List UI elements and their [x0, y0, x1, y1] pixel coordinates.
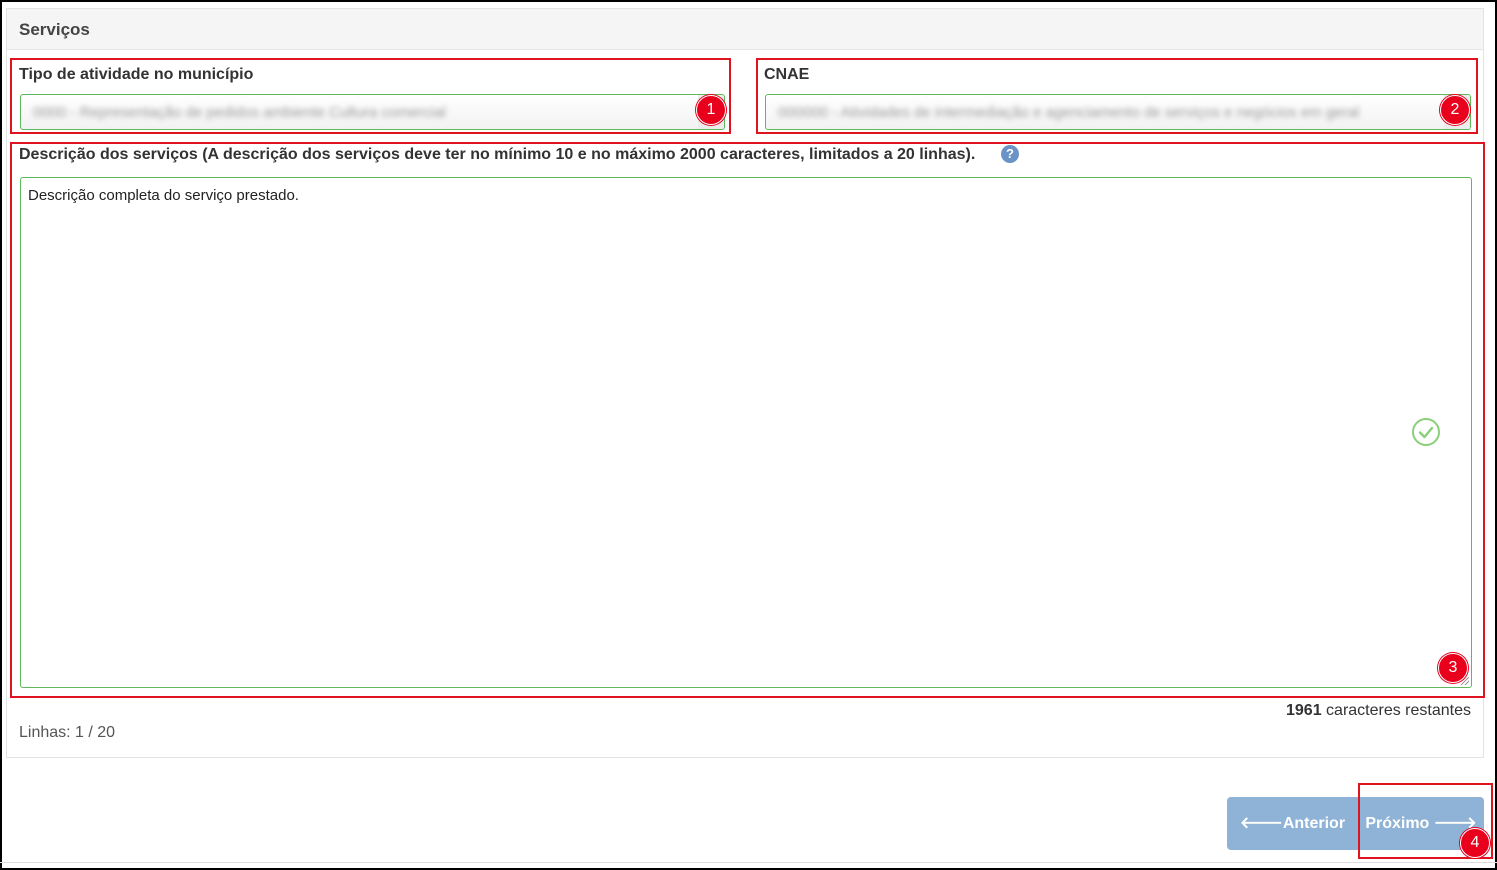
tipo-atividade-select[interactable]: 0000 - Representação de pedidos ambiente…	[20, 94, 725, 130]
cnae-label: CNAE	[764, 66, 810, 83]
char-counter-suffix: caracteres restantes	[1321, 702, 1471, 719]
annotation-badge-1: 1	[696, 95, 726, 125]
tipo-atividade-value: 0000 - Representação de pedidos ambiente…	[33, 104, 446, 121]
annotation-badge-4: 4	[1460, 828, 1490, 858]
char-counter-value: 1961	[1286, 702, 1322, 719]
descricao-text: Descrição completa do serviço prestado.	[28, 187, 299, 204]
descricao-label: Descrição dos serviços (A descrição dos …	[19, 146, 976, 163]
previous-button[interactable]: 🡐Anterior	[1227, 797, 1358, 850]
help-icon[interactable]: ?	[1001, 145, 1019, 163]
tipo-atividade-label: Tipo de atividade no município	[19, 66, 254, 83]
annotation-badge-2: 2	[1440, 95, 1470, 125]
annotation-badge-3: 3	[1438, 653, 1468, 683]
check-circle-icon	[1412, 418, 1440, 446]
descricao-textarea[interactable]: Descrição completa do serviço prestado.	[20, 177, 1472, 688]
panel-title: Serviços	[19, 20, 90, 39]
divider	[0, 862, 1497, 863]
char-counter: 1961 caracteres restantes	[1286, 702, 1471, 720]
cnae-value: 000000 - Atividades de intermediação e a…	[778, 104, 1360, 121]
cnae-select[interactable]: 000000 - Atividades de intermediação e a…	[765, 94, 1471, 130]
line-counter: Linhas: 1 / 20	[19, 724, 116, 741]
panel-header: Serviços	[7, 9, 1483, 50]
